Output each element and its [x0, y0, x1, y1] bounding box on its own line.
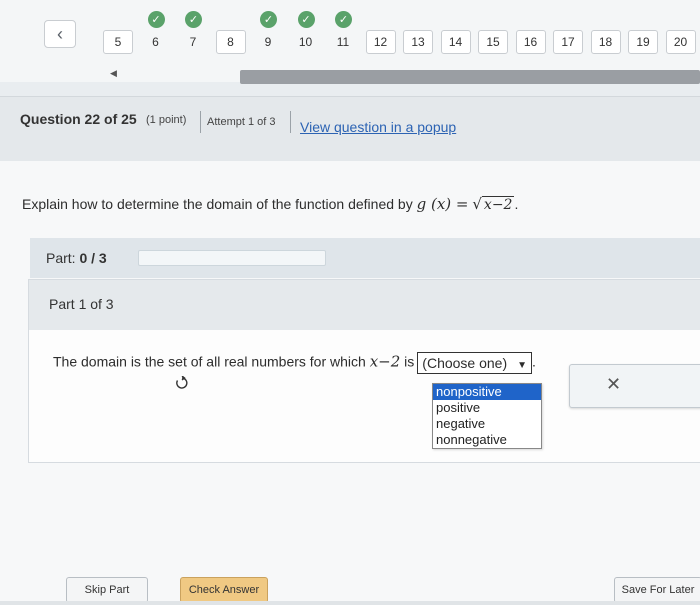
part-progress-value: 0 / 3 [79, 250, 107, 266]
skip-part-button[interactable]: Skip Part [66, 577, 148, 603]
question-number-6[interactable]: 6 ✓ [141, 11, 171, 54]
reset-icon[interactable] [175, 376, 189, 390]
question-number-9[interactable]: 9 ✓ [253, 11, 283, 54]
question-number-19[interactable]: 19 [628, 30, 658, 54]
question-number-label: 10 [298, 35, 313, 49]
question-number-12[interactable]: 12 [365, 30, 396, 54]
question-number-label: 13 [411, 35, 425, 49]
part-header: Part 1 of 3 [29, 280, 700, 330]
chevron-left-icon: ‹ [57, 23, 63, 44]
scroll-left-arrow-icon[interactable]: ◀ [110, 68, 117, 79]
divider [200, 111, 201, 133]
question-number-label: 11 [336, 35, 350, 49]
question-number-label: 15 [486, 35, 500, 49]
question-content: Explain how to determine the domain of t… [0, 161, 700, 605]
question-prompt: Explain how to determine the domain of t… [22, 195, 518, 213]
question-number-13[interactable]: 13 [403, 30, 433, 54]
answer-select[interactable]: (Choose one) ▼ [417, 352, 533, 374]
question-number-label: 17 [561, 35, 575, 49]
question-number-5[interactable]: 5 [103, 30, 133, 54]
answer-dropdown-list: nonpositive positive negative nonnegativ… [432, 383, 542, 449]
question-number-10[interactable]: 10 ✓ [291, 11, 321, 54]
question-number-label: 14 [448, 35, 463, 49]
question-number-11[interactable]: 11 ✓ [328, 11, 358, 54]
answer-is: is [404, 353, 415, 370]
question-number-16[interactable]: 16 [515, 30, 546, 54]
attempt-count: Attempt 1 of 3 [207, 116, 276, 128]
question-number-7[interactable]: 7 ✓ [178, 11, 208, 54]
option-nonpositive[interactable]: nonpositive [433, 384, 541, 400]
option-nonnegative[interactable]: nonnegative [433, 432, 541, 448]
back-button[interactable]: ‹ [44, 20, 76, 48]
question-number-label: 7 [189, 35, 197, 49]
view-popup-link[interactable]: View question in a popup [300, 119, 456, 135]
question-number-14[interactable]: 14 [440, 30, 471, 54]
dropdown-arrow-icon: ▼ [517, 360, 528, 371]
completed-check-icon: ✓ [185, 11, 202, 28]
question-header: Question 22 of 25 (1 point) Attempt 1 of… [0, 96, 700, 162]
part-panel: Part 1 of 3 The domain is the set of all… [28, 279, 700, 463]
question-number-label: 19 [636, 35, 650, 49]
question-number-label: 20 [673, 35, 688, 49]
function-name: g (x) = [416, 195, 469, 213]
nav-scrollbar[interactable] [240, 70, 700, 84]
question-points: (1 point) [146, 114, 187, 126]
question-number-20[interactable]: 20 [665, 30, 696, 54]
answer-prefix: The domain is the set of all real number… [53, 353, 366, 370]
question-number-label: 6 [152, 35, 159, 49]
question-title: Question 22 of 25 [20, 111, 137, 127]
question-number-label: 8 [227, 35, 234, 49]
option-positive[interactable]: positive [433, 400, 541, 416]
question-number-18[interactable]: 18 [590, 30, 621, 54]
option-negative[interactable]: negative [433, 416, 541, 432]
answer-tools: ✕ [569, 364, 700, 408]
divider [290, 111, 291, 133]
radical-sign: √ [472, 195, 482, 213]
question-number-label: 5 [114, 35, 122, 49]
radicand: x−2 [481, 196, 515, 213]
clear-icon[interactable]: ✕ [606, 374, 621, 395]
question-nav: ‹ 5 6 ✓ 7 ✓ 8 9 ✓ 10 ✓ 11 ✓ 12 13 14 15 16 17 18 19 20 ◀ [0, 0, 700, 84]
completed-check-icon: ✓ [260, 11, 277, 28]
progress-track [138, 250, 326, 266]
check-answer-button[interactable]: Check Answer [180, 577, 268, 603]
part-title: Part 1 of 3 [49, 296, 114, 312]
completed-check-icon: ✓ [335, 11, 352, 28]
question-number-label: 16 [523, 35, 538, 49]
question-number-17[interactable]: 17 [553, 30, 583, 54]
completed-check-icon: ✓ [147, 11, 165, 28]
select-value: (Choose one) [422, 355, 508, 371]
completed-check-icon: ✓ [297, 11, 315, 28]
question-number-label: 9 [264, 35, 272, 49]
part-progress-bar: Part: 0 / 3 [30, 238, 700, 278]
question-number-label: 18 [598, 35, 613, 49]
answer-sentence: The domain is the set of all real number… [53, 352, 536, 374]
prompt-end: . [514, 196, 519, 212]
prompt-text: Explain how to determine the domain of t… [22, 196, 413, 212]
footer-divider [0, 601, 700, 605]
part-progress-label: Part: 0 / 3 [46, 250, 107, 266]
question-number-8[interactable]: 8 [215, 30, 246, 54]
question-number-label: 12 [373, 35, 388, 49]
save-for-later-button[interactable]: Save For Later [614, 577, 700, 603]
answer-expression: x−2 [369, 352, 401, 371]
question-number-15[interactable]: 15 [478, 30, 508, 54]
